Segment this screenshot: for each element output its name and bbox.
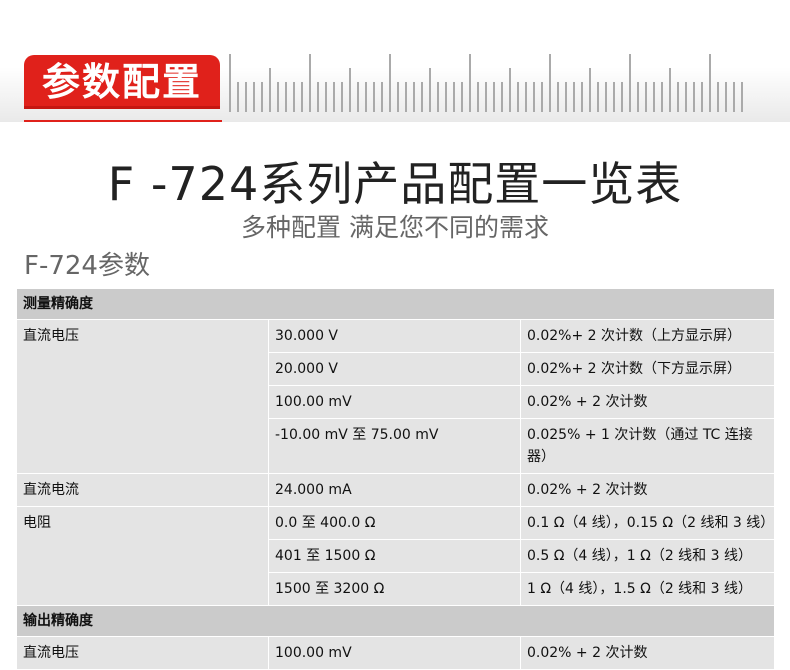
param-accuracy: 0.02% + 2 次计数 [519, 385, 776, 419]
param-range: 30.000 V [268, 319, 521, 353]
param-name: 直流电压 [16, 636, 269, 670]
param-range: 100.00 mV [268, 385, 521, 419]
params-label: F-724参数 [24, 251, 150, 281]
table-row: 直流电压 100.00 mV 0.02% + 2 次计数 [16, 636, 776, 670]
param-accuracy: 0.02%+ 2 次计数（下方显示屏） [519, 352, 776, 386]
page-title: F -724系列产品配置一览表 [107, 157, 683, 211]
param-accuracy: 0.02% + 2 次计数 [519, 636, 776, 670]
param-range: 401 至 1500 Ω [268, 539, 521, 573]
param-accuracy: 0.1 Ω（4 线），0.15 Ω（2 线和 3 线） [519, 506, 776, 540]
param-accuracy: 0.02% + 2 次计数 [519, 473, 776, 507]
table-row: 直流电压 30.000 V 0.02%+ 2 次计数（上方显示屏） [16, 319, 776, 474]
badge-underline [24, 120, 222, 122]
param-accuracy: 0.5 Ω（4 线），1 Ω（2 线和 3 线） [519, 539, 776, 573]
param-name: 电阻 [16, 506, 269, 606]
spec-table: 测量精确度 直流电压 30.000 V 0.02%+ 2 次计数（上方显示屏） … [15, 288, 776, 670]
param-name: 直流电流 [16, 473, 269, 507]
section-row: 测量精确度 [15, 288, 776, 320]
param-range: 100.00 mV [268, 636, 521, 670]
param-name: 直流电压 [16, 319, 269, 474]
param-accuracy: 0.025% + 1 次计数（通过 TC 连接器） [519, 418, 776, 474]
section-row: 输出精确度 [15, 605, 776, 637]
param-accuracy: 1 Ω（4 线），1.5 Ω（2 线和 3 线） [519, 572, 776, 606]
param-range: 24.000 mA [268, 473, 521, 507]
section-title: 测量精确度 [15, 288, 776, 320]
table-row: 直流电流 24.000 mA 0.02% + 2 次计数 [16, 473, 776, 507]
section-title: 输出精确度 [15, 605, 776, 637]
table-row: 电阻 0.0 至 400.0 Ω 0.1 Ω（4 线），0.15 Ω（2 线和 … [16, 506, 776, 606]
param-range: -10.00 mV 至 75.00 mV [268, 418, 521, 474]
param-range: 20.000 V [268, 352, 521, 386]
ruler-decoration [229, 54, 743, 112]
param-accuracy: 0.02%+ 2 次计数（上方显示屏） [519, 319, 776, 353]
page-subtitle: 多种配置 满足您不同的需求 [241, 213, 549, 242]
param-range: 1500 至 3200 Ω [268, 572, 521, 606]
param-range: 0.0 至 400.0 Ω [268, 506, 521, 540]
section-badge: 参数配置 [24, 55, 220, 109]
